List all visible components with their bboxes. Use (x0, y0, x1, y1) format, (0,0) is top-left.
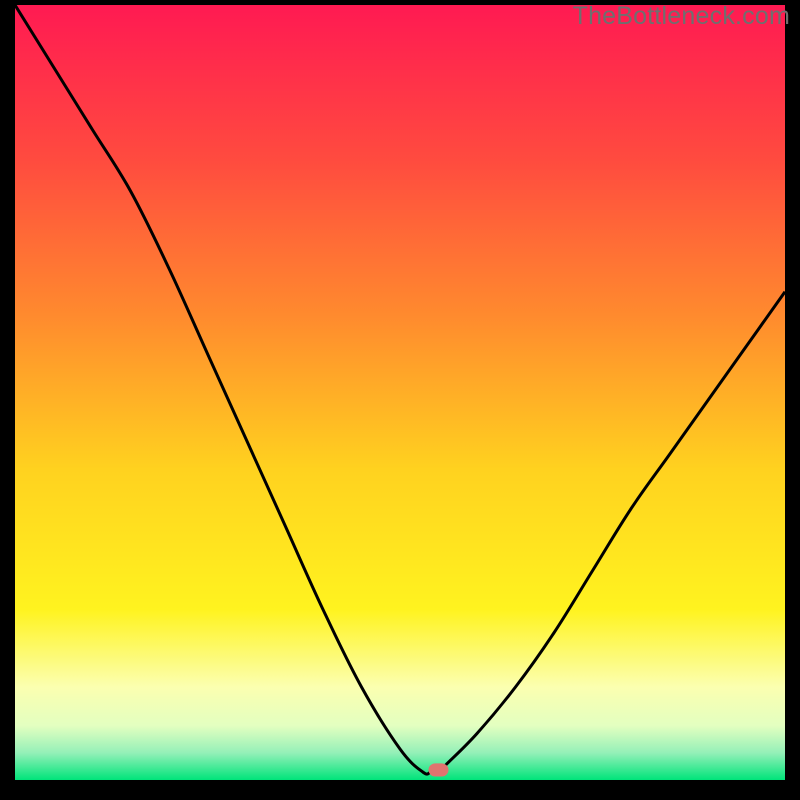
plot-background (15, 5, 785, 780)
bottleneck-plot (15, 5, 785, 780)
watermark-text: TheBottleneck.com (573, 2, 790, 31)
optimum-marker (428, 763, 448, 776)
chart-container: TheBottleneck.com (0, 0, 800, 800)
